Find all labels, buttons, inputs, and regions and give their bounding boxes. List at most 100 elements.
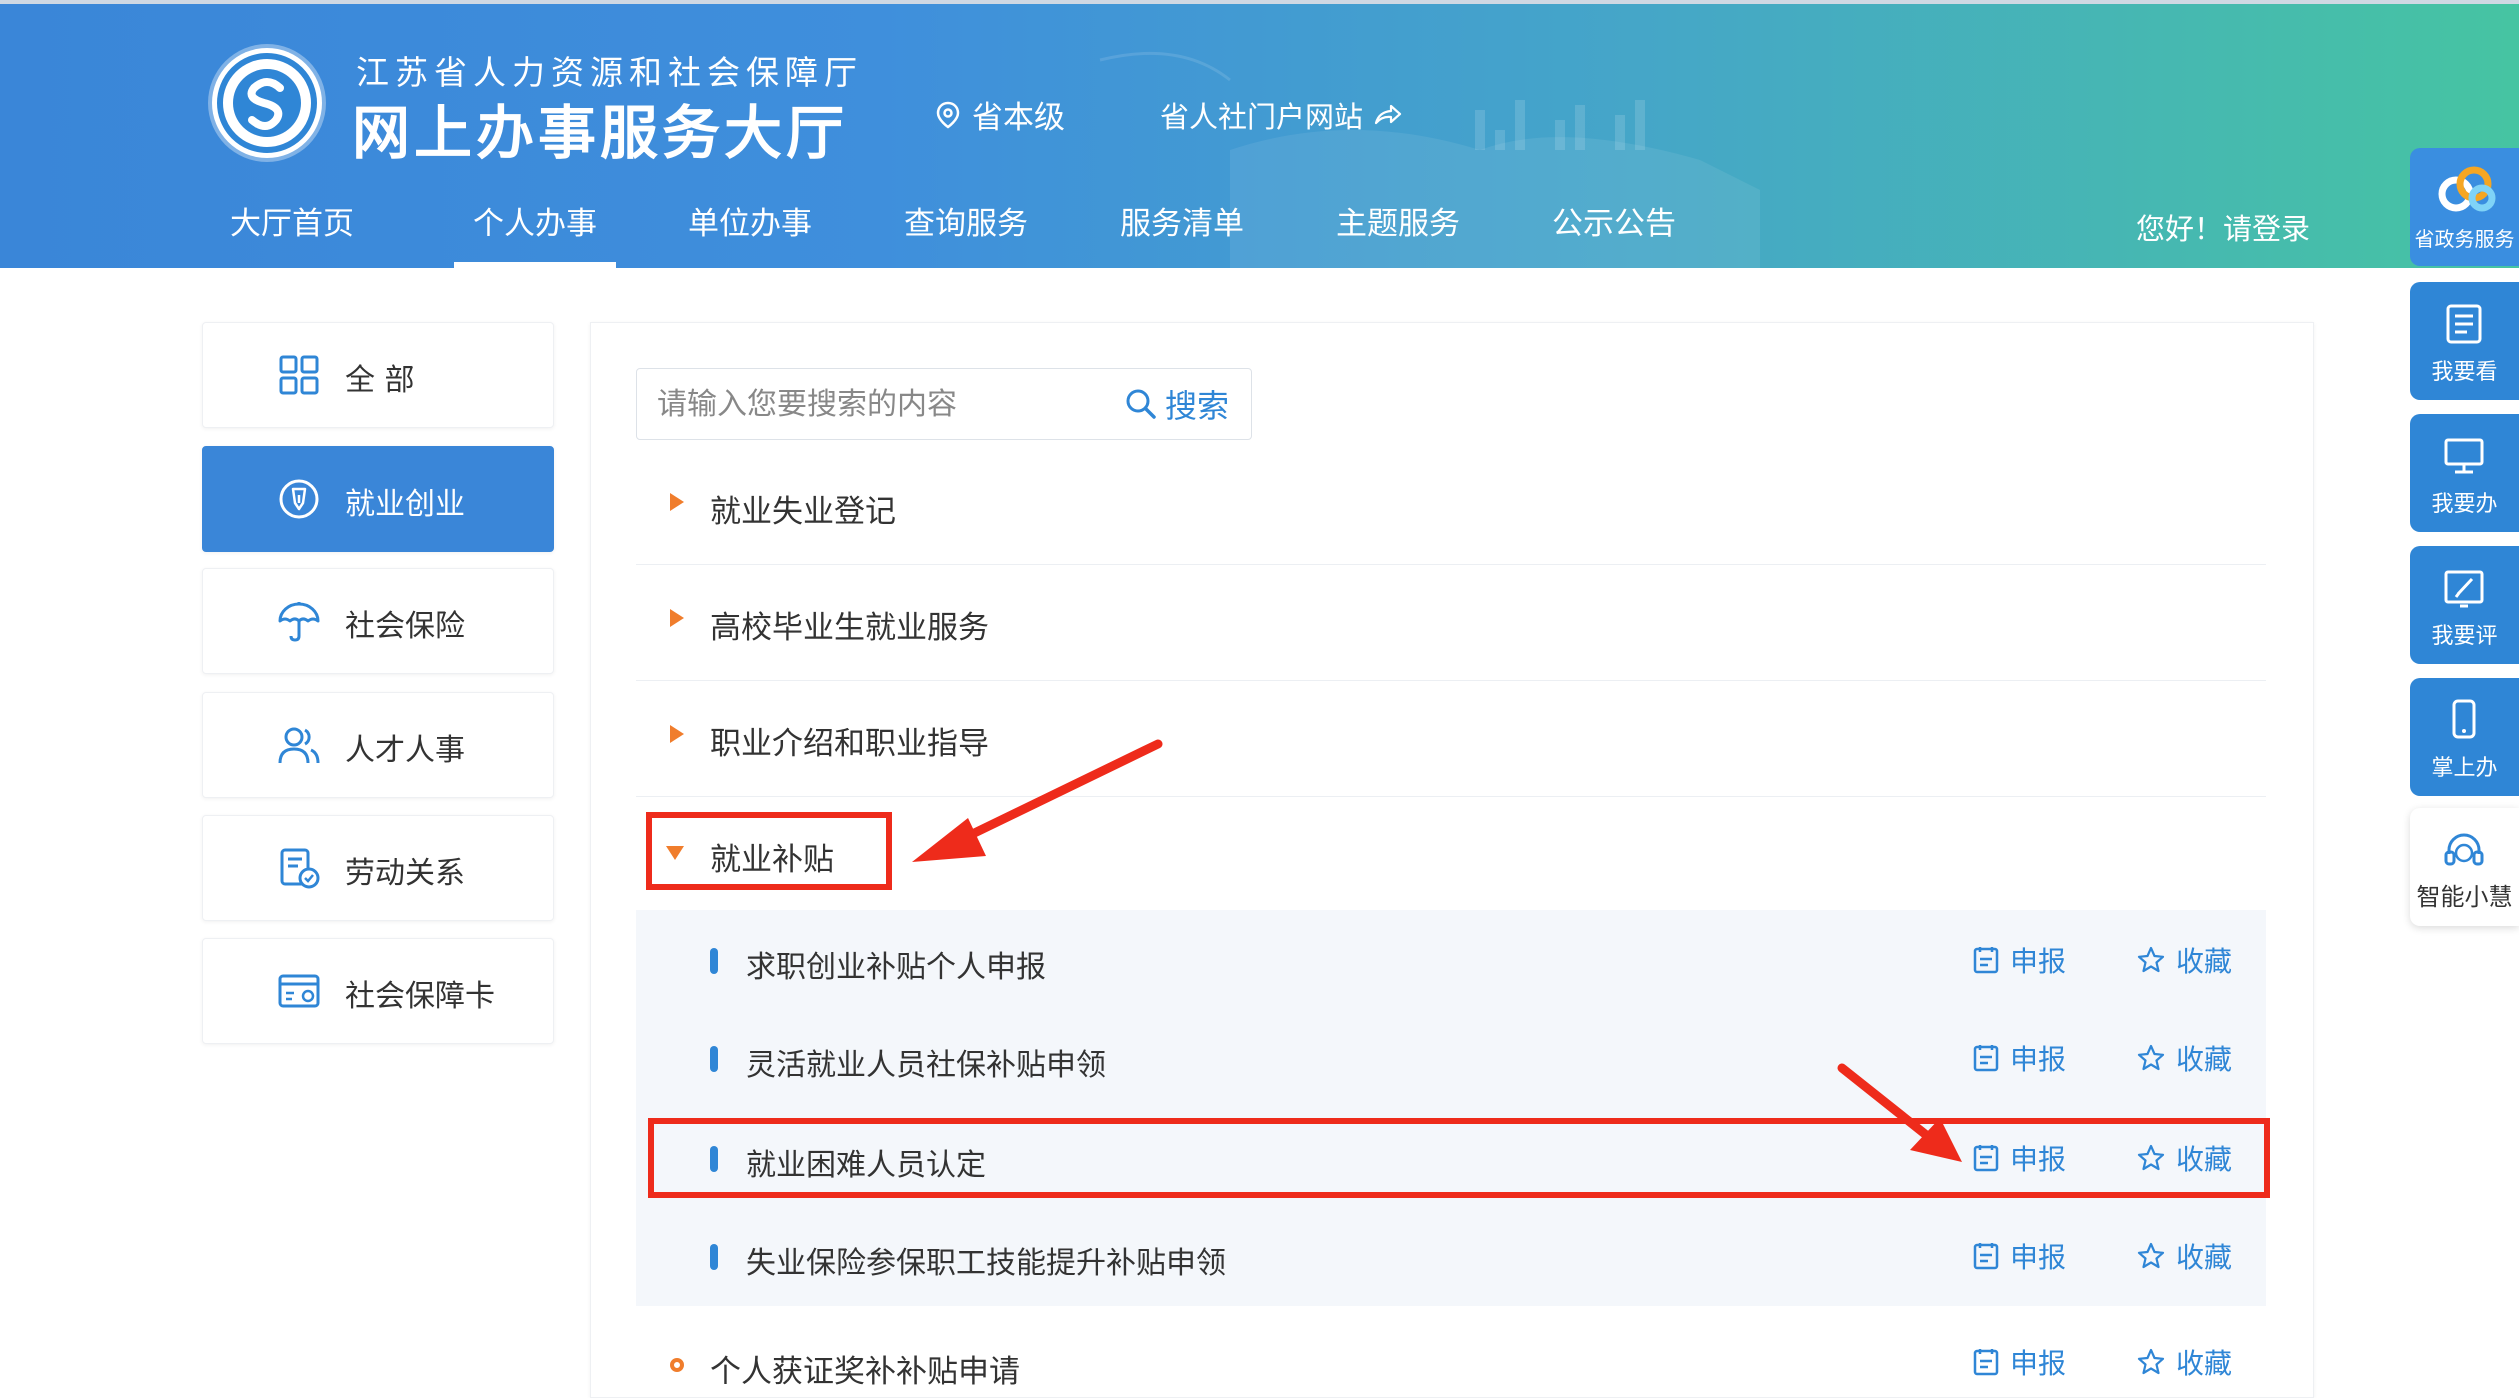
favorite-label: 收藏 bbox=[2176, 1043, 2233, 1076]
apply-form-icon bbox=[1973, 1349, 1999, 1376]
apply-button[interactable]: 申报 bbox=[1972, 1038, 2066, 1078]
sidebar-item-labor-relations[interactable]: 劳动关系 bbox=[202, 815, 554, 921]
card-icon bbox=[278, 974, 320, 1008]
favorite-button[interactable]: 收藏 bbox=[2136, 940, 2232, 980]
category-label: 就业失业登记 bbox=[710, 494, 896, 530]
search-button-label: 搜索 bbox=[1165, 387, 1230, 425]
float-evaluate[interactable]: 我要评 bbox=[2410, 546, 2519, 664]
star-icon bbox=[2137, 1242, 2165, 1269]
apply-label: 申报 bbox=[2010, 1347, 2067, 1380]
item-label: 求职创业补贴个人申报 bbox=[746, 950, 1046, 985]
category-employment-registration[interactable]: 就业失业登记 bbox=[636, 448, 2266, 565]
monitor-icon bbox=[2444, 438, 2484, 474]
site-header: 江苏省人力资源和社会保障厅 网上办事服务大厅 省本级 省人社门户网站 大厅首页 … bbox=[0, 0, 2519, 268]
expand-arrow-icon bbox=[670, 609, 684, 627]
list-item[interactable]: 个人获证奖补补贴申请 申报 收藏 bbox=[636, 1322, 2266, 1396]
expand-arrow-icon bbox=[670, 493, 684, 511]
people-icon bbox=[278, 727, 320, 764]
employment-icon bbox=[279, 479, 319, 519]
apply-form-icon bbox=[1973, 947, 1999, 974]
float-gov-service-label: 省政务服务 bbox=[2414, 227, 2515, 251]
contract-icon bbox=[280, 848, 320, 889]
float-handle-label: 我要办 bbox=[2431, 492, 2498, 517]
apply-form-icon bbox=[1973, 1045, 1999, 1072]
favorite-button[interactable]: 收藏 bbox=[2136, 1236, 2232, 1276]
document-list-icon bbox=[2446, 304, 2482, 344]
item-bullet bbox=[710, 948, 718, 974]
float-assistant[interactable]: 智能小慧 bbox=[2410, 808, 2519, 926]
apply-button[interactable]: 申报 bbox=[1972, 1236, 2066, 1276]
location-selector[interactable]: 省本级 bbox=[936, 92, 1065, 137]
nav-item-personal[interactable]: 个人办事 bbox=[454, 196, 616, 268]
sidebar-item-employment[interactable]: 就业创业 bbox=[202, 446, 554, 552]
annotation-box-target-item bbox=[648, 1118, 2270, 1198]
float-handle[interactable]: 我要办 bbox=[2410, 414, 2519, 532]
nav-item-organization[interactable]: 单位办事 bbox=[680, 196, 820, 268]
apply-button[interactable]: 申报 bbox=[1972, 1342, 2066, 1382]
headset-icon bbox=[2444, 833, 2484, 866]
mobile-phone-icon bbox=[2452, 699, 2476, 739]
sidebar-item-social-insurance[interactable]: 社会保险 bbox=[202, 568, 554, 674]
nav-item-service-list[interactable]: 服务清单 bbox=[1112, 196, 1252, 268]
apply-label: 申报 bbox=[2010, 945, 2067, 978]
star-icon bbox=[2137, 946, 2165, 973]
expand-arrow-icon bbox=[670, 725, 684, 743]
portal-link[interactable]: 省人社门户网站 bbox=[1160, 94, 1403, 136]
float-mobile-label: 掌上办 bbox=[2431, 756, 2498, 781]
float-evaluate-label: 我要评 bbox=[2431, 624, 2498, 649]
float-view-label: 我要看 bbox=[2431, 360, 2498, 385]
umbrella-icon bbox=[278, 602, 320, 642]
nav-item-topic[interactable]: 主题服务 bbox=[1328, 196, 1468, 268]
subsidy-items-list: 求职创业补贴个人申报 申报 收藏 灵活就业人员社保补贴申领 申报 收藏 就业困难… bbox=[636, 910, 2266, 1306]
nav-item-home[interactable]: 大厅首页 bbox=[222, 196, 362, 268]
sidebar-item-talent[interactable]: 人才人事 bbox=[202, 692, 554, 798]
star-icon bbox=[2137, 1348, 2165, 1375]
sidebar-item-label: 就业创业 bbox=[345, 487, 465, 522]
share-arrow-icon bbox=[1374, 104, 1402, 125]
favorite-button[interactable]: 收藏 bbox=[2136, 1342, 2232, 1382]
sidebar-item-label: 劳动关系 bbox=[345, 856, 465, 891]
apply-label: 申报 bbox=[2010, 1043, 2067, 1076]
item-label: 失业保险参保职工技能提升补贴申领 bbox=[746, 1246, 1226, 1281]
category-graduate-services[interactable]: 高校毕业生就业服务 bbox=[636, 564, 2266, 681]
search-button[interactable]: 搜索 bbox=[1125, 381, 1229, 427]
portal-link-label: 省人社门户网站 bbox=[1160, 100, 1364, 134]
favorite-label: 收藏 bbox=[2176, 1347, 2233, 1380]
search-input[interactable] bbox=[655, 381, 1089, 427]
favorite-button[interactable]: 收藏 bbox=[2136, 1038, 2232, 1078]
location-label: 省本级 bbox=[972, 100, 1065, 136]
category-label: 职业介绍和职业指导 bbox=[710, 726, 989, 762]
search-box: 搜索 bbox=[636, 368, 1252, 440]
favorite-label: 收藏 bbox=[2176, 1241, 2233, 1274]
sidebar-item-label: 社会保险 bbox=[345, 609, 465, 644]
list-item[interactable]: 求职创业补贴个人申报 申报 收藏 bbox=[636, 910, 2266, 1008]
nav-item-notice[interactable]: 公示公告 bbox=[1544, 196, 1684, 268]
float-gov-service[interactable]: 省政务服务 bbox=[2410, 148, 2519, 266]
hrss-logo[interactable] bbox=[212, 48, 322, 158]
sidebar-item-label: 人才人事 bbox=[345, 733, 465, 768]
item-ring-bullet bbox=[670, 1358, 684, 1372]
logo-emblem-icon bbox=[217, 53, 317, 153]
login-link[interactable]: 您好！请登录 bbox=[2136, 206, 2310, 248]
favorite-label: 收藏 bbox=[2176, 945, 2233, 978]
sidebar-item-social-card[interactable]: 社会保障卡 bbox=[202, 938, 554, 1044]
float-mobile[interactable]: 掌上办 bbox=[2410, 678, 2519, 796]
float-view[interactable]: 我要看 bbox=[2410, 282, 2519, 400]
sidebar-item-all[interactable]: 全 部 bbox=[202, 322, 554, 428]
item-label: 灵活就业人员社保补贴申领 bbox=[746, 1048, 1106, 1083]
apply-label: 申报 bbox=[2010, 1241, 2067, 1274]
gov-service-logo-icon bbox=[2438, 166, 2496, 212]
grid-icon bbox=[279, 355, 319, 395]
nav-item-query[interactable]: 查询服务 bbox=[896, 196, 1036, 268]
apply-button[interactable]: 申报 bbox=[1972, 940, 2066, 980]
list-item[interactable]: 灵活就业人员社保补贴申领 申报 收藏 bbox=[636, 1008, 2266, 1106]
annotation-box-subsidy-category bbox=[646, 812, 892, 890]
apply-form-icon bbox=[1973, 1243, 1999, 1270]
float-assistant-label: 智能小慧 bbox=[2416, 883, 2513, 911]
search-icon bbox=[1126, 389, 1156, 419]
category-career-guidance[interactable]: 职业介绍和职业指导 bbox=[636, 680, 2266, 797]
edit-icon bbox=[2444, 570, 2484, 608]
sidebar-item-label: 社会保障卡 bbox=[345, 979, 495, 1014]
list-item[interactable]: 失业保险参保职工技能提升补贴申领 申报 收藏 bbox=[636, 1206, 2266, 1304]
hall-name: 网上办事服务大厅 bbox=[352, 99, 849, 167]
